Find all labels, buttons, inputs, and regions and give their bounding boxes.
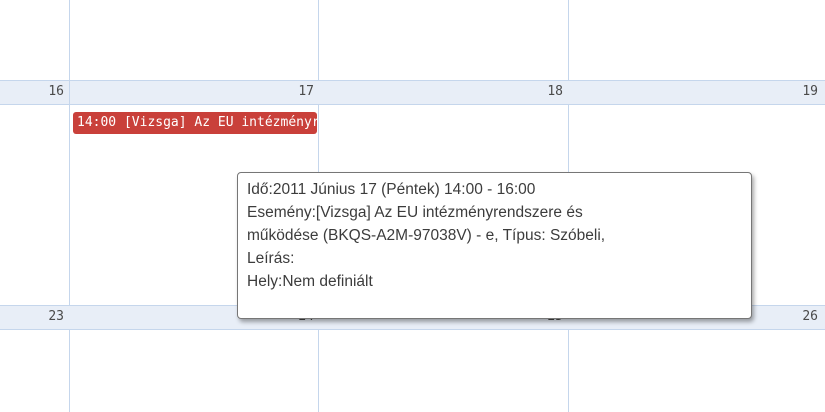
tooltip-description: Leírás: — [247, 250, 295, 267]
tooltip-event-cont: működése (BKQS-A2M-97038V) - e, Típus: S… — [247, 227, 606, 244]
tooltip-event: Esemény:[Vizsga] Az EU intézményrendszer… — [247, 204, 583, 221]
grid-line — [69, 0, 70, 412]
day-number[interactable]: 17 — [280, 84, 314, 99]
event-tooltip: Idő:2011 Június 17 (Péntek) 14:00 - 16:0… — [237, 172, 752, 319]
tooltip-location: Hely:Nem definiált — [247, 273, 373, 290]
day-number[interactable]: 18 — [529, 84, 563, 99]
grid-line — [0, 104, 825, 105]
day-number[interactable]: 16 — [40, 84, 64, 99]
tooltip-time: Idő:2011 Június 17 (Péntek) 14:00 - 16:0… — [247, 181, 536, 198]
day-number[interactable]: 26 — [784, 309, 818, 324]
day-number[interactable]: 19 — [784, 84, 818, 99]
grid-line — [0, 329, 825, 330]
grid-line — [0, 80, 825, 81]
day-number[interactable]: 23 — [40, 309, 64, 324]
week-header-row — [0, 80, 825, 104]
calendar-event[interactable]: 14:00 [Vizsga] Az EU intézményrendszere … — [73, 112, 317, 134]
